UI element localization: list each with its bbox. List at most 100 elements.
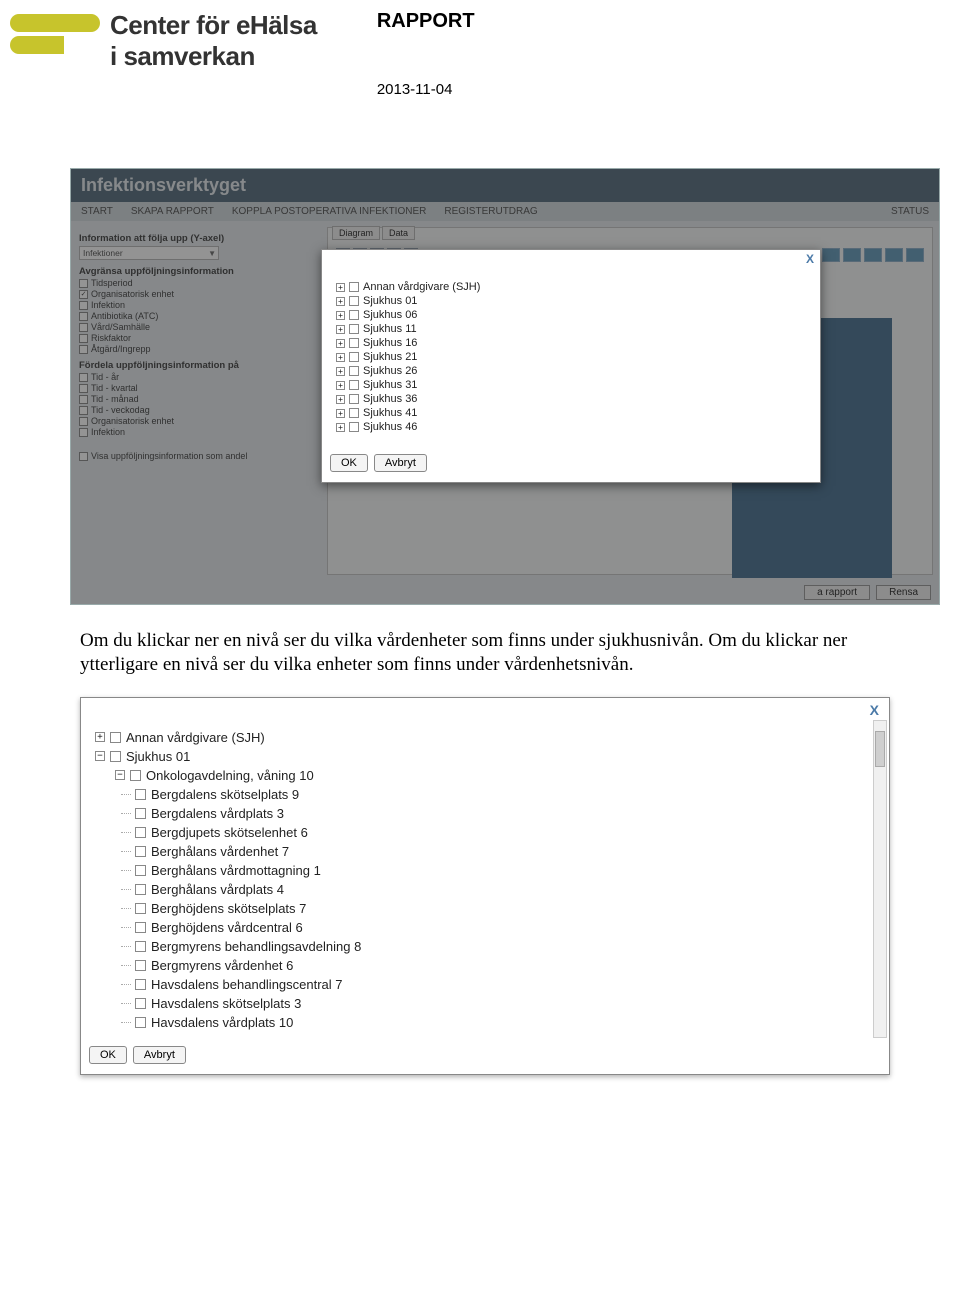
tree-node[interactable]: +Annan vårdgivare (SJH) [336,280,806,294]
checkbox[interactable] [349,380,359,390]
chk-fordela-org[interactable]: Organisatorisk enhet [79,416,313,426]
info-select[interactable]: Infektioner▼ [79,246,219,260]
expand-icon[interactable]: + [336,395,345,404]
checkbox[interactable] [349,296,359,306]
checkbox[interactable] [135,1017,146,1028]
expand-icon[interactable]: + [95,732,105,742]
ok-button[interactable]: OK [89,1046,127,1064]
chk-vard[interactable]: Vård/Samhälle [79,322,313,332]
collapse-icon[interactable]: − [115,770,125,780]
line-chart-icon[interactable] [843,248,861,262]
close-icon[interactable]: X [806,252,814,266]
chk-visa-andel[interactable]: Visa uppföljningsinformation som andel [79,451,313,461]
checkbox[interactable] [135,789,146,800]
tab-data[interactable]: Data [382,226,415,240]
chk-tidsperiod[interactable]: Tidsperiod [79,278,313,288]
other-chart-icon[interactable] [906,248,924,262]
checkbox[interactable] [349,324,359,334]
checkbox[interactable] [135,827,146,838]
checkbox[interactable] [349,394,359,404]
expand-icon[interactable]: + [336,339,345,348]
menu-register[interactable]: REGISTERUTDRAG [444,206,537,217]
checkbox[interactable] [135,846,146,857]
chk-tid-kvartal[interactable]: Tid - kvartal [79,383,313,393]
chk-orgenhet[interactable]: ✓Organisatorisk enhet [79,289,313,299]
chk-tid-ar[interactable]: Tid - år [79,372,313,382]
chk-fordela-infektion[interactable]: Infektion [79,427,313,437]
checkbox[interactable] [135,865,146,876]
menu-skapa[interactable]: SKAPA RAPPORT [131,206,214,217]
menu-start[interactable]: START [81,206,113,217]
tree-node[interactable]: +Sjukhus 21 [336,350,806,364]
bar-chart-icon[interactable] [822,248,840,262]
expand-icon[interactable]: + [336,423,345,432]
tree-node-level2[interactable]: Berghöjdens skötselplats 7 [135,899,867,918]
tree-node-level2[interactable]: Berghöjdens vårdcentral 6 [135,918,867,937]
expand-icon[interactable]: + [336,381,345,390]
checkbox[interactable] [135,808,146,819]
skapa-rapport-button[interactable]: a rapport [804,585,870,600]
tree-node-level2[interactable]: Berghålans vårdenhet 7 [135,842,867,861]
checkbox[interactable] [349,338,359,348]
checkbox[interactable] [135,922,146,933]
tree-node[interactable]: +Sjukhus 26 [336,364,806,378]
tree-node[interactable]: +Sjukhus 36 [336,392,806,406]
expand-icon[interactable]: + [336,283,345,292]
tree-node[interactable]: +Sjukhus 41 [336,406,806,420]
checkbox[interactable] [135,884,146,895]
checkbox[interactable] [110,751,121,762]
menu-koppla[interactable]: KOPPLA POSTOPERATIVA INFEKTIONER [232,206,427,217]
chk-infektion[interactable]: Infektion [79,300,313,310]
tree-node-level2[interactable]: Bergdalens skötselplats 9 [135,785,867,804]
tree-node[interactable]: +Sjukhus 46 [336,420,806,434]
tree-node-level2[interactable]: Berghålans vårdplats 4 [135,880,867,899]
cancel-button[interactable]: Avbryt [374,454,427,472]
checkbox[interactable] [349,408,359,418]
chk-antibiotika[interactable]: Antibiotika (ATC) [79,311,313,321]
checkbox[interactable] [135,998,146,1009]
pie-chart-icon[interactable] [885,248,903,262]
rensa-button[interactable]: Rensa [876,585,931,600]
cancel-button[interactable]: Avbryt [133,1046,186,1064]
checkbox[interactable] [135,941,146,952]
tree-node[interactable]: +Sjukhus 01 [336,294,806,308]
tree-node-level2[interactable]: Bergmyrens vårdenhet 6 [135,956,867,975]
tree-node-level2[interactable]: Bergdalens vårdplats 3 [135,804,867,823]
tree-node[interactable]: +Sjukhus 06 [336,308,806,322]
expand-icon[interactable]: + [336,409,345,418]
collapse-icon[interactable]: − [95,751,105,761]
expand-icon[interactable]: + [336,353,345,362]
menu-status[interactable]: STATUS [891,206,929,217]
stacked-chart-icon[interactable] [864,248,882,262]
tree-node-level2[interactable]: Berghålans vårdmottagning 1 [135,861,867,880]
tab-diagram[interactable]: Diagram [332,226,380,240]
tree-node-level2[interactable]: Havsdalens behandlingscentral 7 [135,975,867,994]
tree-node-top[interactable]: − Sjukhus 01 [95,747,867,766]
tree-node-level2[interactable]: Havsdalens vårdplats 10 [135,1013,867,1032]
chk-tid-veckodag[interactable]: Tid - veckodag [79,405,313,415]
tree-node-level2[interactable]: Bergmyrens behandlingsavdelning 8 [135,937,867,956]
tree-node-top[interactable]: + Annan vårdgivare (SJH) [95,728,867,747]
checkbox[interactable] [135,960,146,971]
tree-node-level2[interactable]: Bergdjupets skötselenhet 6 [135,823,867,842]
checkbox[interactable] [349,310,359,320]
tree-node[interactable]: +Sjukhus 16 [336,336,806,350]
checkbox[interactable] [349,352,359,362]
checkbox[interactable] [349,282,359,292]
expand-icon[interactable]: + [336,367,345,376]
expand-icon[interactable]: + [336,325,345,334]
checkbox[interactable] [349,422,359,432]
close-icon[interactable]: X [870,702,879,718]
scrollbar-thumb[interactable] [875,731,885,767]
expand-icon[interactable]: + [336,297,345,306]
checkbox[interactable] [349,366,359,376]
checkbox[interactable] [130,770,141,781]
checkbox[interactable] [135,903,146,914]
checkbox[interactable] [110,732,121,743]
chk-riskfaktor[interactable]: Riskfaktor [79,333,313,343]
checkbox[interactable] [135,979,146,990]
tree-node[interactable]: +Sjukhus 31 [336,378,806,392]
tree-node-level2[interactable]: Havsdalens skötselplats 3 [135,994,867,1013]
chk-atgard[interactable]: Åtgärd/Ingrepp [79,344,313,354]
tree-node[interactable]: +Sjukhus 11 [336,322,806,336]
